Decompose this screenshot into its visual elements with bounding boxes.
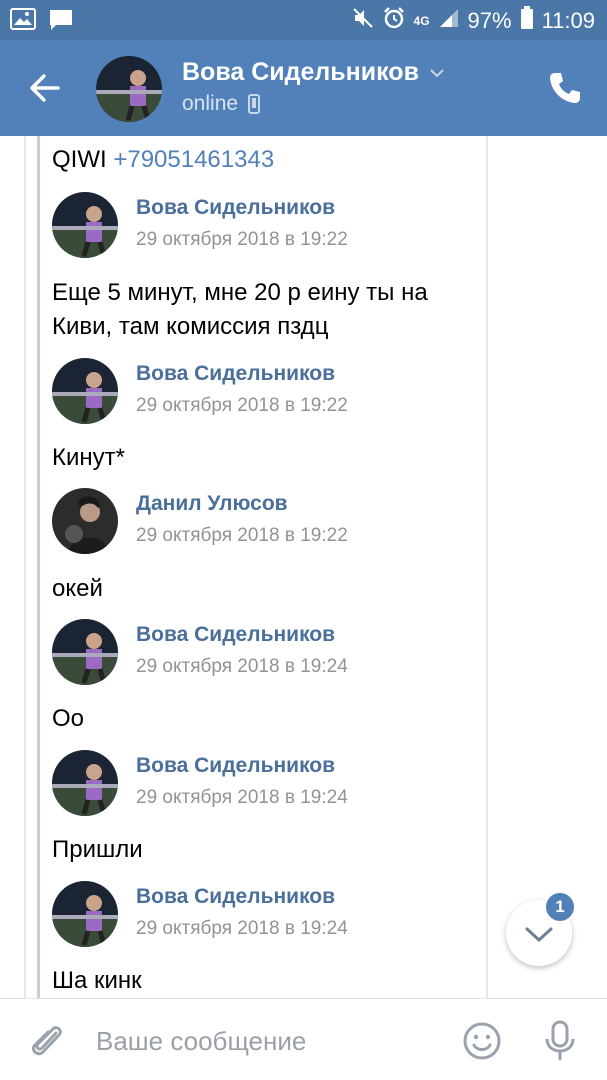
chat-header: Вова Сидельников online: [0, 40, 607, 136]
microphone-icon: [545, 1020, 575, 1060]
message-author-block: Вова Сидельников 29 октября 2018 в 19:22: [52, 358, 472, 424]
quoted-message-text: QIWI +79051461343: [52, 146, 274, 174]
message-date: 29 октября 2018 в 19:24: [136, 918, 348, 939]
author-avatar[interactable]: [52, 488, 118, 554]
author-name[interactable]: Вова Сидельников: [136, 362, 335, 386]
chevron-down-icon: [430, 68, 444, 77]
alarm-icon: [382, 6, 406, 36]
attach-button[interactable]: [28, 1021, 66, 1061]
message-text: Ша кинк: [52, 967, 142, 994]
author-name[interactable]: Вова Сидельников: [136, 885, 335, 909]
author-avatar[interactable]: [52, 881, 118, 947]
message-author-block: Вова Сидельников 29 октября 2018 в 19:24: [52, 619, 472, 685]
message-date: 29 октября 2018 в 19:22: [136, 395, 348, 416]
contact-status: online: [182, 92, 261, 116]
status-bar: 4G 97% 11:09: [0, 0, 607, 40]
clock: 11:09: [541, 8, 595, 33]
emoji-button[interactable]: [462, 1021, 502, 1061]
author-name[interactable]: Данил Улюсов: [136, 492, 288, 516]
paperclip-icon: [31, 1026, 62, 1056]
phone-icon: [550, 73, 580, 103]
online-status-text: online: [182, 92, 239, 115]
message-author-block: Данил Улюсов 29 октября 2018 в 19:22: [52, 488, 472, 554]
author-avatar[interactable]: [52, 358, 118, 424]
message-author-block: Вова Сидельников 29 октября 2018 в 19:22: [52, 192, 472, 258]
message-date: 29 октября 2018 в 19:24: [136, 656, 348, 677]
message-author-block: Вова Сидельников 29 октября 2018 в 19:24: [52, 881, 472, 947]
message-input[interactable]: [96, 1019, 436, 1063]
voice-message-button[interactable]: [542, 1019, 578, 1063]
qiwi-label: QIWI: [52, 146, 107, 173]
mobile-phone-icon: [248, 94, 261, 114]
message-text: Еще 5 минут, мне 20 р еину ты на Киви, т…: [52, 279, 428, 340]
call-button[interactable]: [547, 70, 583, 106]
back-arrow-icon: [30, 74, 60, 102]
message-date: 29 октября 2018 в 19:24: [136, 787, 348, 808]
message-text: Оо: [52, 705, 85, 732]
author-name[interactable]: Вова Сидельников: [136, 196, 335, 220]
network-type-label: 4G: [413, 14, 430, 28]
forwarded-message-bubble: [24, 136, 488, 998]
message-author-block: Вова Сидельников 29 октября 2018 в 19:24: [52, 750, 472, 816]
author-avatar[interactable]: [52, 750, 118, 816]
signal-icon: [438, 7, 460, 35]
battery-icon: [520, 6, 534, 36]
mute-icon: [352, 7, 374, 35]
contact-avatar[interactable]: [96, 56, 162, 122]
message-date: 29 октября 2018 в 19:22: [136, 525, 348, 546]
gallery-notification-icon: [10, 8, 36, 37]
smiley-icon: [463, 1022, 501, 1060]
author-avatar[interactable]: [52, 192, 118, 258]
message-notification-icon: [48, 8, 74, 37]
battery-percentage: 97%: [467, 8, 512, 33]
forwarded-quote-bar: [37, 136, 40, 998]
author-name[interactable]: Вова Сидельников: [136, 623, 335, 647]
message-text: Пришли: [52, 836, 143, 863]
message-text: Кинут*: [52, 444, 125, 471]
message-date: 29 октября 2018 в 19:22: [136, 229, 348, 250]
phone-number-link[interactable]: +79051461343: [113, 146, 274, 173]
contact-name-text: Вова Сидельников: [182, 58, 419, 86]
back-button[interactable]: [26, 70, 66, 106]
contact-name[interactable]: Вова Сидельников: [182, 58, 445, 87]
message-history[interactable]: QIWI +79051461343 Вова Сидельников 29 ок…: [0, 136, 607, 998]
unread-count-badge: 1: [544, 891, 576, 923]
author-name[interactable]: Вова Сидельников: [136, 754, 335, 778]
author-avatar[interactable]: [52, 619, 118, 685]
message-composer: [0, 998, 607, 1080]
message-text: окей: [52, 575, 103, 602]
